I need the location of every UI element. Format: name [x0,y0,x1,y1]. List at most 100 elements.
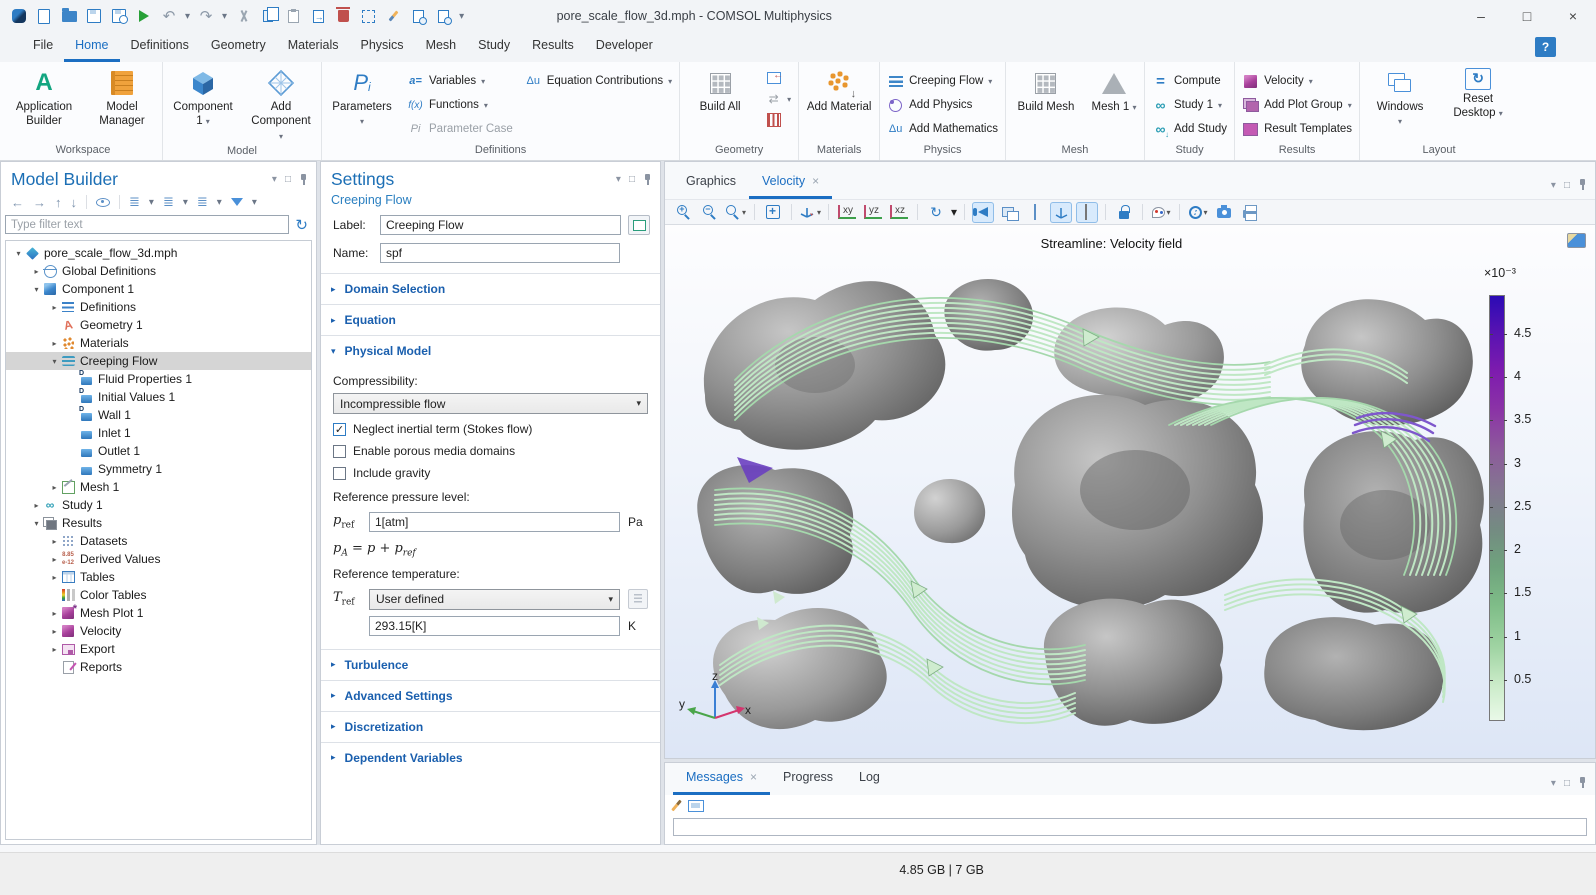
close-tab-icon[interactable]: × [750,770,757,784]
model-manager-button[interactable]: Model Manager [89,66,155,129]
tree-item-velocity[interactable]: ▸Velocity [6,622,311,640]
parameters-button[interactable]: Parameters▾ [329,66,395,129]
panel-float-icon[interactable]: □ [1564,180,1570,191]
equation-contributions-button[interactable]: Equation Contributions ▾ [525,73,672,89]
save-icon[interactable] [85,7,103,25]
label-input[interactable] [380,215,621,235]
undo-dropdown-icon[interactable]: ▾ [185,11,190,22]
tree-item-inlet-1[interactable]: Inlet 1 [6,424,311,442]
run-icon[interactable] [135,7,153,25]
panel-pin-icon[interactable] [1578,179,1587,191]
study-1-button[interactable]: Study 1 ▾ [1152,97,1227,113]
section-physical-model[interactable]: ▾Physical Model [321,335,660,366]
find-replace-icon[interactable] [434,7,452,25]
refresh-icon[interactable]: ↻ [295,216,308,234]
minimize-button[interactable]: – [1458,0,1504,32]
add-component-button[interactable]: Add Component ▾ [248,66,314,143]
panel-pin-icon[interactable] [643,174,652,186]
copy-icon[interactable] [259,7,277,25]
delete-icon[interactable] [334,7,352,25]
tab-velocity[interactable]: Velocity× [749,166,832,199]
velocity-ribbon-button[interactable]: Velocity ▾ [1242,73,1352,89]
toolbar-overflow-icon[interactable]: ▾ [459,11,464,22]
tree-item-initial-values-1[interactable]: Initial Values 1 [6,388,311,406]
section-advanced-settings[interactable]: ▸Advanced Settings [321,680,660,711]
checkbox-porous-media[interactable]: Enable porous media domains [333,440,648,462]
add-physics-button[interactable]: Add Physics [887,97,998,113]
add-study-button[interactable]: Add Study [1152,121,1227,137]
find-icon[interactable] [409,7,427,25]
section-turbulence[interactable]: ▸Turbulence [321,649,660,680]
transparency-toggle[interactable] [998,202,1020,223]
application-builder-button[interactable]: Application Builder [11,66,77,129]
tab-log[interactable]: Log [846,762,893,795]
virtual-operations-button[interactable] [765,112,791,128]
panel-menu-icon[interactable]: ▾ [1551,778,1556,789]
rebuild-button[interactable]: ▾ [765,91,791,107]
menu-geometry[interactable]: Geometry [200,33,277,62]
reference-temperature-input[interactable] [369,616,620,636]
tree-item-mesh-1[interactable]: ▸Mesh 1 [6,478,311,496]
paste-icon[interactable] [284,7,302,25]
panel-menu-icon[interactable]: ▾ [1551,180,1556,191]
panel-float-icon[interactable]: □ [629,174,635,185]
view-xz-icon[interactable]: xz [888,202,910,223]
help-button[interactable]: ? [1535,37,1556,57]
menu-materials[interactable]: Materials [277,33,350,62]
menu-physics[interactable]: Physics [349,33,414,62]
menu-developer[interactable]: Developer [585,33,664,62]
color-legend-toggle[interactable] [1076,202,1098,223]
zoom-out-icon[interactable]: − [699,202,721,223]
graphics-canvas[interactable]: Streamline: Velocity field ×10⁻³ 4.5 4 3… [665,225,1595,758]
panel-menu-icon[interactable]: ▾ [272,174,277,185]
print-icon[interactable] [1239,202,1261,223]
tree-item-datasets[interactable]: ▸Datasets [6,532,311,550]
collapse-all-icon[interactable] [163,194,174,210]
model-tree[interactable]: ▾pore_scale_flow_3d.mph ▸Global Definiti… [5,240,312,840]
mesh-1-button[interactable]: Mesh 1 ▾ [1091,66,1137,114]
reference-pressure-input[interactable] [369,512,620,532]
tree-item-tables[interactable]: ▸Tables [6,568,311,586]
new-file-icon[interactable] [35,7,53,25]
move-up-icon[interactable]: ↑ [55,195,62,210]
creeping-flow-ribbon-button[interactable]: Creeping Flow ▾ [887,73,998,89]
section-discretization[interactable]: ▸Discretization [321,711,660,742]
filter-icon[interactable] [231,198,243,206]
tree-item-derived-values[interactable]: ▸Derived Values [6,550,311,568]
undo-icon[interactable]: ↶ [160,7,178,25]
close-tab-icon[interactable]: × [812,174,819,188]
tab-graphics[interactable]: Graphics [673,166,749,199]
toggle-name-button[interactable] [628,215,650,235]
clear-selection-icon[interactable] [384,7,402,25]
menu-file[interactable]: File [22,33,64,62]
environment-reflections-icon[interactable]: ▾ [1187,202,1209,223]
windows-button[interactable]: Windows▾ [1367,66,1433,129]
variables-button[interactable]: Variables ▾ [407,73,513,89]
menu-mesh[interactable]: Mesh [415,33,468,62]
menu-definitions[interactable]: Definitions [120,33,200,62]
node-order-icon[interactable] [197,194,208,210]
tree-item-global-definitions[interactable]: ▸Global Definitions [6,262,311,280]
color-theme-icon[interactable]: ▾ [1150,202,1172,223]
view-xy-icon[interactable]: xy [836,202,858,223]
tree-item-mesh-plot-1[interactable]: ▸Mesh Plot 1 [6,604,311,622]
messages-output[interactable] [673,818,1587,836]
reference-temperature-select[interactable]: User defined ▾ [369,589,620,610]
tree-item-geometry-1[interactable]: Geometry 1 [6,316,311,334]
tree-item-root[interactable]: ▾pore_scale_flow_3d.mph [6,244,311,262]
panel-float-icon[interactable]: □ [1564,778,1570,789]
zoom-box-icon[interactable]: ▾ [725,202,747,223]
scene-light-toggle[interactable] [972,202,994,223]
clear-messages-icon[interactable] [671,800,682,812]
default-view-icon[interactable]: ▾ [799,202,821,223]
compute-button[interactable]: Compute [1152,73,1227,89]
duplicate-icon[interactable] [309,7,327,25]
message-table-icon[interactable] [688,800,704,812]
checkbox-include-gravity[interactable]: Include gravity [333,462,648,484]
expand-all-icon[interactable] [129,194,140,210]
grid-toggle[interactable] [1024,202,1046,223]
tree-item-definitions[interactable]: ▸Definitions [6,298,311,316]
tree-item-color-tables[interactable]: Color Tables [6,586,311,604]
panel-pin-icon[interactable] [299,174,308,186]
section-equation[interactable]: ▸Equation [321,304,660,335]
